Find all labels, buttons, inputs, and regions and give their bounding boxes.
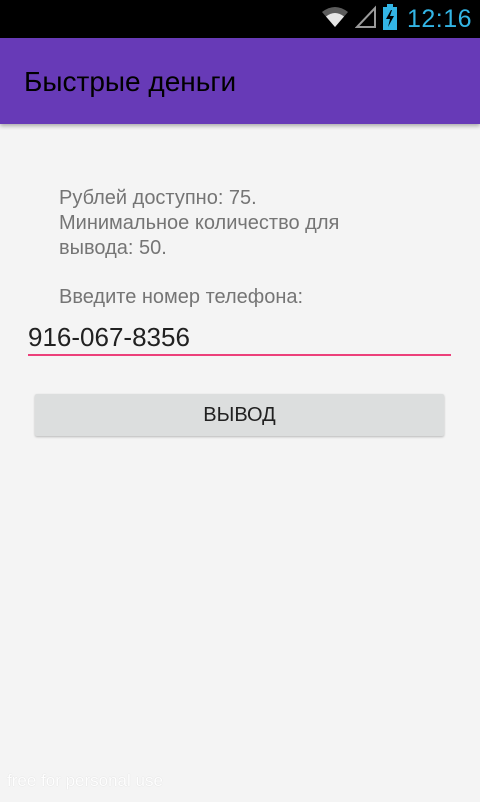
balance-info-text: Рублей доступно: 75. Минимальное количес…	[59, 187, 340, 259]
watermark: free for personal use	[7, 771, 163, 790]
phone-input[interactable]	[28, 320, 451, 356]
signal-icon	[354, 4, 377, 34]
app-title: Быстрые деньги	[24, 66, 237, 97]
clock: 12:16	[406, 4, 472, 33]
status-icons: 12:16	[321, 3, 472, 35]
phone-label: Введите номер телефона:	[59, 286, 304, 308]
battery-charging-icon	[382, 3, 397, 35]
wifi-icon	[321, 5, 349, 34]
app-bar: Быстрые деньги	[0, 38, 480, 124]
withdraw-button[interactable]: ВЫВОД	[35, 394, 444, 436]
status-bar: 12:16	[0, 0, 480, 38]
